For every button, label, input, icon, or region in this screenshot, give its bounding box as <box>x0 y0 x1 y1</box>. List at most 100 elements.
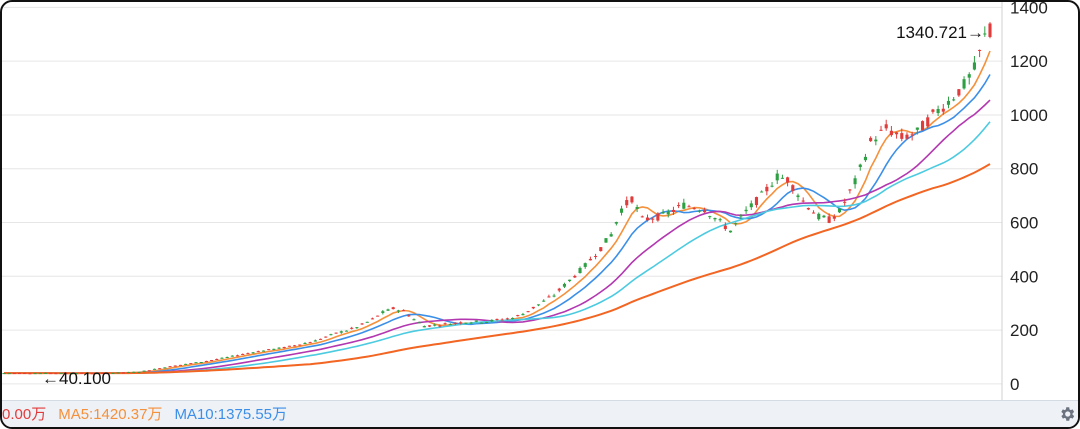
candle-body <box>116 372 120 374</box>
candlestick <box>313 339 317 342</box>
candlestick <box>2 373 6 375</box>
candle-body <box>713 217 717 220</box>
candle-body <box>874 139 878 142</box>
candlestick <box>754 196 759 208</box>
candlestick <box>760 190 764 193</box>
candle-body <box>111 372 115 374</box>
candlestick <box>210 359 214 362</box>
candlestick <box>220 357 224 359</box>
candlestick <box>225 356 229 359</box>
candlestick <box>370 317 375 320</box>
candlestick <box>713 217 717 222</box>
candle-body <box>521 314 525 316</box>
candlestick <box>568 279 572 283</box>
candle-body <box>215 359 219 361</box>
candle-body <box>479 322 483 324</box>
candle-body <box>625 200 629 206</box>
candle-body <box>770 185 774 187</box>
candle-body <box>204 361 208 363</box>
candlestick <box>635 204 639 213</box>
candle-body <box>858 164 862 168</box>
candle-body <box>210 360 214 362</box>
candle-body <box>599 247 603 252</box>
candle-body <box>261 350 266 352</box>
candlestick <box>630 196 634 204</box>
candle-body <box>241 353 245 355</box>
candlestick <box>147 370 151 372</box>
candle-body <box>412 319 416 321</box>
candle-body <box>926 117 930 127</box>
candlestick <box>775 169 779 185</box>
candlestick <box>12 372 16 375</box>
candle-body <box>381 311 385 313</box>
candle-body <box>817 213 821 220</box>
candlestick <box>204 360 208 363</box>
candle-body <box>511 317 515 320</box>
candlestick <box>443 322 447 325</box>
candle-body <box>438 325 442 327</box>
candlestick <box>121 372 125 374</box>
candle-body <box>900 133 904 139</box>
candlestick <box>687 204 691 208</box>
candle-body <box>427 325 432 327</box>
candle-body <box>604 238 608 243</box>
candle-body <box>474 320 478 322</box>
candlestick <box>7 373 11 375</box>
candlestick <box>744 206 748 214</box>
candle-body <box>614 222 618 224</box>
candle-body <box>645 217 650 221</box>
candle-body <box>469 322 473 324</box>
candle-body <box>905 134 909 139</box>
candle-body <box>500 319 504 321</box>
candle-body <box>697 210 701 212</box>
candle-body <box>334 332 338 334</box>
candlestick <box>619 205 624 216</box>
candle-body <box>526 311 530 313</box>
candlestick <box>485 321 489 324</box>
candle-body <box>126 372 131 374</box>
candlestick <box>194 362 198 364</box>
candlestick <box>609 232 613 237</box>
candlestick <box>516 314 520 317</box>
candlestick <box>557 287 561 293</box>
y-tick-label: 1400 <box>1010 2 1048 17</box>
min-price-annotation: ←40.100 <box>42 369 111 388</box>
gear-icon[interactable] <box>1058 405 1076 423</box>
candle-body <box>220 357 224 359</box>
candlestick <box>319 338 323 340</box>
moving-average-lines <box>4 50 991 375</box>
candle-body <box>853 178 857 185</box>
candlestick <box>152 368 157 370</box>
candle-body <box>661 212 665 214</box>
candlestick <box>111 372 115 374</box>
y-tick-label: 200 <box>1010 321 1038 340</box>
candle-body <box>453 322 458 324</box>
candlestick <box>812 210 816 214</box>
candle-body <box>744 209 748 212</box>
candlestick <box>163 367 167 369</box>
candlestick <box>952 96 956 102</box>
candlestick <box>376 315 380 317</box>
candle-body <box>557 288 561 291</box>
candlestick <box>536 304 541 307</box>
candlestick <box>339 330 343 334</box>
candle-body <box>23 373 27 375</box>
candle-body <box>936 108 940 114</box>
candle-body <box>952 99 956 101</box>
ma20-line <box>4 99 991 375</box>
candlestick <box>780 174 784 179</box>
y-tick-label: 800 <box>1010 160 1038 179</box>
candle-body <box>780 177 784 179</box>
candle-body <box>448 324 452 326</box>
candlestick <box>547 294 551 298</box>
candle-body <box>173 365 177 367</box>
candlestick <box>578 266 582 274</box>
candle-body <box>536 304 541 306</box>
candlestick <box>848 189 852 194</box>
candlestick <box>583 262 587 269</box>
ma60-line <box>4 163 991 375</box>
candlestick <box>926 114 930 129</box>
candle-body <box>485 321 489 323</box>
candlestick <box>801 197 805 203</box>
ma10-line <box>4 74 991 375</box>
